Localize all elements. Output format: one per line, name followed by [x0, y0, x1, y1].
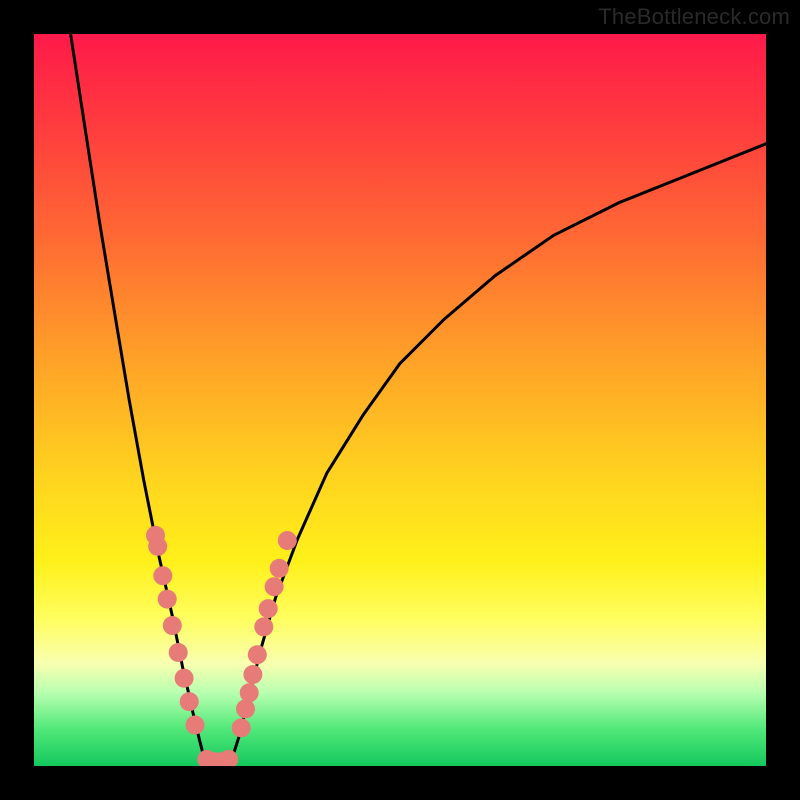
curve-right-curve — [232, 144, 766, 760]
data-dot — [148, 537, 167, 556]
data-dot — [248, 645, 267, 664]
chart-frame: TheBottleneck.com — [0, 0, 800, 800]
data-dot — [270, 559, 289, 578]
data-dot — [175, 669, 194, 688]
data-dot — [254, 617, 273, 636]
data-dot — [158, 590, 177, 609]
data-dot — [240, 683, 259, 702]
data-dot — [259, 599, 278, 618]
data-dot — [243, 665, 262, 684]
data-dot — [232, 718, 251, 737]
chart-overlay — [34, 34, 766, 766]
data-dot — [278, 531, 297, 550]
chart-plot-area — [34, 34, 766, 766]
data-dot — [236, 699, 255, 718]
dot-group — [146, 526, 297, 766]
data-dot — [265, 577, 284, 596]
data-dot — [180, 692, 199, 711]
data-dot — [169, 643, 188, 662]
data-dot — [186, 716, 205, 735]
watermark-text: TheBottleneck.com — [598, 4, 790, 30]
data-dot — [163, 616, 182, 635]
data-dot — [153, 566, 172, 585]
